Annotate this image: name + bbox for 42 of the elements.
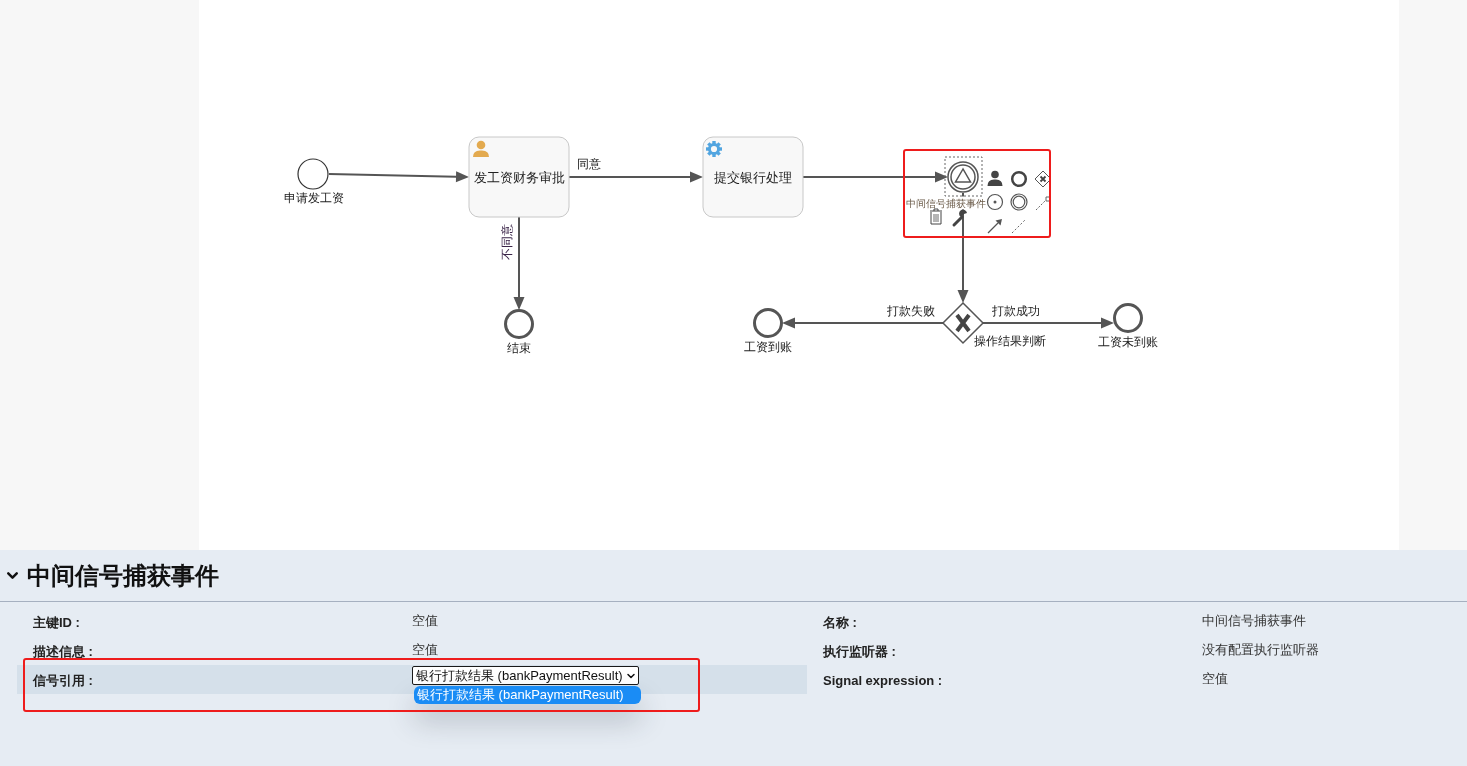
task-label: 提交银行处理 (714, 169, 792, 185)
circle-dot-icon[interactable] (986, 193, 1004, 211)
end-event (504, 309, 534, 339)
arrow-icon[interactable] (987, 219, 1002, 234)
event-label: 中间信号捕获事件 (906, 197, 986, 209)
ring-icon[interactable] (1010, 170, 1028, 188)
flow-label: 同意 (577, 157, 601, 171)
field-label: 主键ID : (33, 615, 80, 630)
field-label: Signal expression : (823, 673, 943, 688)
field-value: 没有配置执行监听器 (1202, 642, 1319, 657)
field-value: 空值 (412, 642, 438, 657)
user-icon (473, 140, 489, 157)
event-label: 工资未到账 (1098, 335, 1158, 349)
field-label: 执行监听器 : (823, 644, 896, 659)
dashed-line-icon[interactable] (1011, 218, 1027, 234)
field-label: 描述信息 : (33, 644, 93, 659)
field-value: 中间信号捕获事件 (1202, 613, 1306, 628)
gateway-label: 操作结果判断 (974, 334, 1046, 348)
event-label: 工资到账 (744, 340, 792, 354)
diamond-icon[interactable] (1034, 170, 1052, 188)
event-label: 申请发工资 (284, 191, 344, 205)
end-event (1113, 303, 1143, 333)
wrench-icon[interactable] (952, 209, 967, 227)
start-event (297, 158, 329, 190)
trash-icon[interactable] (929, 208, 943, 225)
flow-label: 打款成功 (992, 304, 1040, 318)
double-circle-icon[interactable] (1010, 193, 1028, 211)
task-label: 发工资财务审批 (473, 169, 565, 185)
flow-label: 打款失败 (887, 304, 935, 318)
flow-label: 不同意 (500, 224, 514, 260)
annotation-icon[interactable] (1035, 196, 1051, 211)
field-value: 空值 (412, 613, 438, 628)
gear-icon (706, 141, 722, 157)
user-icon[interactable] (987, 170, 1003, 186)
panel-title: 中间信号捕获事件 (27, 563, 219, 588)
signal-select[interactable]: 银行打款结果 (bankPaymentResult) (412, 666, 639, 685)
event-label: 结束 (507, 341, 531, 355)
end-event (753, 308, 783, 338)
field-label: 信号引用 : (33, 673, 93, 688)
gateway-diamond (941, 301, 985, 345)
field-label: 名称 : (823, 615, 857, 630)
field-value: 空值 (1202, 671, 1228, 686)
